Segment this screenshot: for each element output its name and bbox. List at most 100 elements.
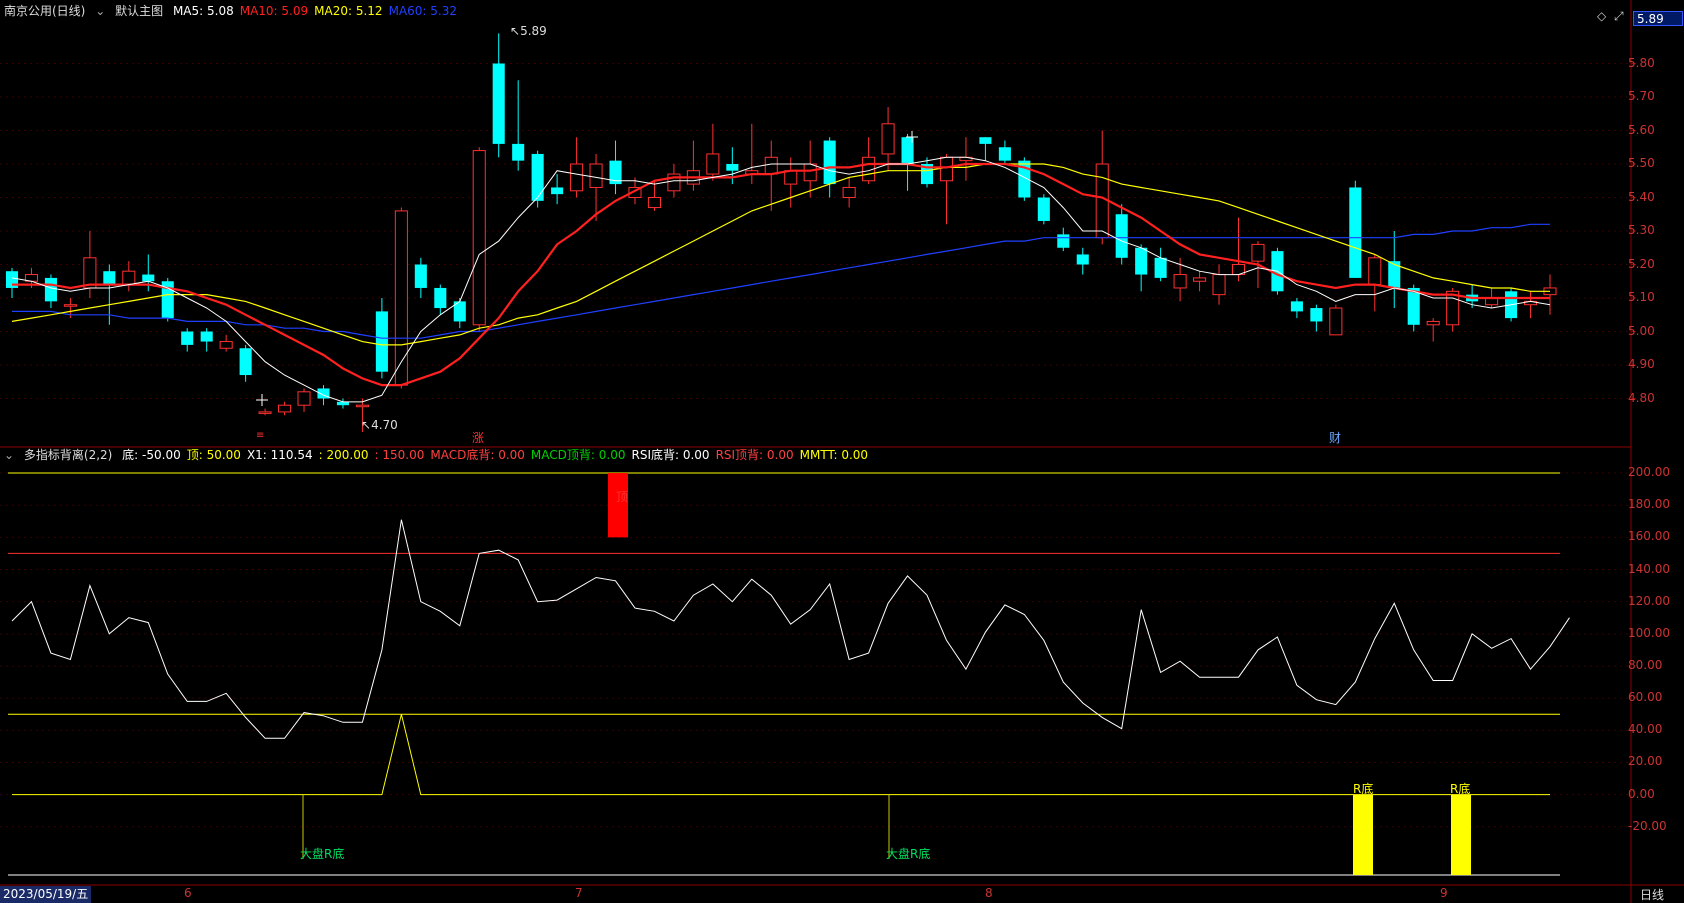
indicator-grid	[0, 472, 1631, 828]
candle-body-down	[1135, 247, 1148, 275]
candle-body-up	[1251, 243, 1265, 262]
candle-body-up	[881, 123, 895, 155]
indicator-legend-item: RSI顶背: 0.00	[715, 448, 794, 462]
candle-body-up	[122, 270, 136, 286]
indicator-tick: 120.00	[1628, 593, 1670, 608]
indicator-header: ⌄ 多指标背离(2,2) 底: -50.00 顶: 50.00 X1: 110.54…	[4, 446, 880, 464]
ma-legend-item: MA10: 5.09	[239, 4, 309, 18]
month-tick: 7	[575, 886, 583, 900]
high-price-label: ↖5.89	[510, 24, 547, 38]
candle-body-down	[1349, 187, 1362, 278]
period-button[interactable]: 日线	[1640, 886, 1664, 903]
indicator-tick: 160.00	[1628, 529, 1670, 544]
current-price-box: 5.89	[1633, 11, 1683, 26]
candle-body-down	[103, 271, 116, 285]
candle-body-down	[979, 137, 992, 144]
candle-body-up	[706, 153, 720, 175]
candle-body-up	[842, 186, 856, 198]
low-price-label: ↖4.70	[361, 418, 398, 432]
candle-body-up	[83, 257, 97, 289]
price-tick: 5.20	[1628, 256, 1655, 271]
candle-body-down	[1290, 301, 1303, 312]
candle-body-up	[1426, 320, 1440, 326]
candle-body-down	[414, 264, 427, 288]
candle-body-up	[278, 404, 292, 413]
indicator-legend-item: RSI底背: 0.00	[631, 448, 710, 462]
candle-body-up	[258, 411, 272, 414]
candle-body-down	[1076, 254, 1089, 265]
indicator-name[interactable]: 多指标背离(2,2)	[24, 448, 112, 462]
expand-icon[interactable]: ⤢	[1614, 9, 1624, 23]
diamond-icon[interactable]: ◇	[1597, 9, 1606, 23]
candle-body-down	[551, 187, 564, 195]
price-tick: 5.00	[1628, 323, 1655, 338]
price-tick: 5.30	[1628, 223, 1655, 237]
candle-body-up	[355, 404, 369, 408]
candle-body-up	[803, 163, 817, 182]
indicator-tick: 180.00	[1628, 497, 1670, 512]
event-flag-zhang[interactable]: 涨	[472, 429, 484, 446]
price-tick: 4.80	[1628, 390, 1655, 405]
price-tick: 5.60	[1628, 122, 1655, 137]
stock-title[interactable]: 南京公用(日线)	[4, 4, 85, 18]
indicator-tick: 200.00	[1628, 465, 1670, 480]
candle-body-down	[181, 331, 194, 345]
event-flag-cai[interactable]: 财	[1329, 429, 1341, 446]
candle-body-down	[142, 274, 155, 282]
candle-body-down	[1115, 214, 1128, 258]
candle-body-up	[219, 341, 233, 349]
indicator-legend: 底: -50.00 顶: 50.00 X1: 110.54: 200.00: 150…	[122, 448, 874, 462]
candle-body-up	[394, 210, 408, 386]
candle-body-up	[63, 304, 77, 307]
candlestick-series	[5, 33, 1557, 432]
indicator-tick: 140.00	[1628, 561, 1670, 576]
candle-body-down	[1037, 197, 1050, 221]
template-name[interactable]: 默认主图	[115, 4, 163, 18]
indicator-legend-item: : 150.00	[374, 448, 425, 462]
indicator-legend-item: MACD顶背: 0.00	[530, 448, 626, 462]
candle-body-down	[434, 287, 447, 309]
indicator-legend-item: 底: -50.00	[122, 448, 181, 462]
indicator-tick: 0.00	[1628, 786, 1655, 801]
top-signal-label: 顶	[616, 490, 629, 504]
price-tick: 5.50	[1628, 156, 1655, 170]
indicator-tick: 100.00	[1628, 625, 1670, 640]
date-cursor-label: 2023/05/19/五	[0, 886, 92, 903]
indicator-lines	[8, 131, 1570, 876]
chevron-down-icon[interactable]: ⌄	[95, 4, 105, 18]
x1-line	[11, 519, 1570, 739]
price-tick: 5.70	[1628, 89, 1655, 103]
candle-body-down	[1310, 308, 1323, 322]
candle-body-down	[492, 63, 505, 144]
candle-body-down	[375, 311, 388, 372]
candle-body-down	[1388, 261, 1401, 288]
indicator-tick: 20.00	[1628, 754, 1663, 769]
market-r-bottom-label-1: 大盘R底	[300, 847, 345, 861]
candle-body-up	[1212, 274, 1226, 296]
candle-body-down	[998, 147, 1011, 161]
candle-body-up	[764, 156, 778, 175]
candle-body-up	[570, 163, 584, 192]
ma-legend-item: MA5: 5.08	[172, 4, 234, 18]
ma-legend: MA5: 5.08 MA10: 5.09 MA20: 5.12 MA60: 5.32	[173, 4, 463, 18]
indicator-legend-item: 顶: 50.00	[186, 448, 241, 462]
indicator-legend-item: : 200.00	[318, 448, 369, 462]
candle-body-down	[823, 140, 836, 185]
indicator-tick: 60.00	[1628, 690, 1663, 705]
price-tick: 5.10	[1628, 290, 1655, 304]
price-tick: 5.80	[1628, 55, 1655, 70]
candle-body-up	[1173, 274, 1187, 289]
market-r-bottom-label-2: 大盘R底	[886, 847, 931, 861]
candle-body-up	[472, 150, 486, 326]
candle-body-up	[939, 156, 954, 182]
indicator-tick: 80.00	[1628, 657, 1663, 672]
month-tick: 9	[1440, 886, 1448, 900]
candle-body-up	[1193, 277, 1207, 282]
event-flag-small[interactable]: ≡	[256, 430, 264, 441]
r-bottom-bar	[1451, 794, 1471, 875]
r-bottom-label-2: R底	[1450, 782, 1471, 796]
indicator-menu-icon[interactable]: ⌄	[4, 448, 14, 462]
candle-body-down	[44, 277, 57, 302]
candle-body-down	[726, 164, 739, 171]
month-tick: 8	[985, 886, 993, 900]
